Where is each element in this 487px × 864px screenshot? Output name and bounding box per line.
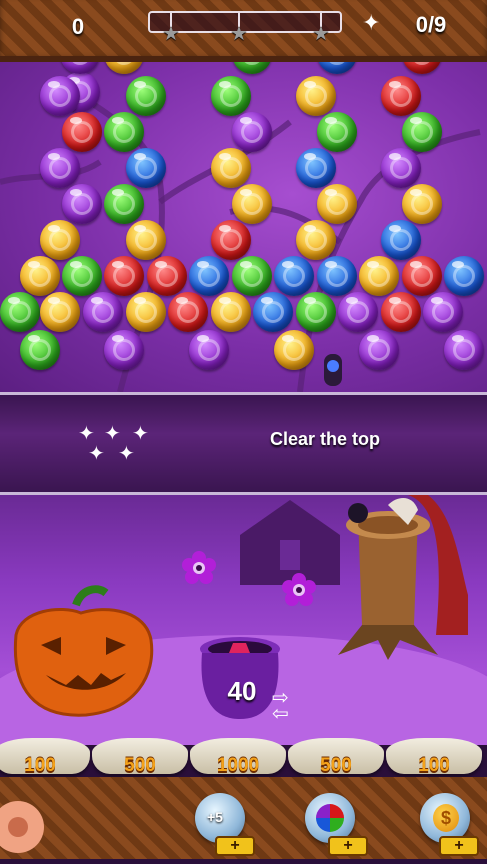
green-bubble — [317, 112, 357, 152]
blue-bubble — [317, 256, 357, 296]
blue-bubble — [444, 256, 484, 296]
pumpkin-icon — [13, 585, 154, 717]
purple-bubble — [423, 292, 463, 332]
red-bubble — [168, 292, 208, 332]
yellow-bubble — [402, 184, 442, 224]
red-bubble — [104, 256, 144, 296]
sparkle-icon: ✦ — [362, 10, 381, 35]
star-icon: ★ — [230, 23, 248, 45]
add-booster-button[interactable]: + — [439, 836, 479, 856]
add-booster-button[interactable]: + — [328, 836, 368, 856]
red-bubble — [381, 292, 421, 332]
bubble-launcher[interactable] — [324, 354, 342, 386]
top-hud: 0 ★ ★ ★ ✦ 0/9 — [0, 0, 487, 62]
yellow-bubble — [296, 76, 336, 116]
green-bubble — [211, 76, 251, 116]
objective-text: Clear the top — [269, 429, 380, 449]
purple-bubble — [40, 148, 80, 188]
purple-bubble — [338, 292, 378, 332]
purple-bubble — [189, 330, 229, 370]
purple-bubble — [359, 330, 399, 370]
pot-counter: 40 — [227, 676, 257, 706]
purple-bubble — [62, 184, 102, 224]
yellow-bubble — [359, 256, 399, 296]
star-icon: ★ — [312, 23, 330, 45]
score-value: 0 — [71, 14, 85, 39]
score-progress-bar: ★ ★ ★ — [148, 11, 342, 44]
purple-bubble — [104, 330, 144, 370]
purple-bubble — [40, 76, 80, 116]
green-bubble — [296, 292, 336, 332]
yellow-bubble — [274, 330, 314, 370]
tree-stump-witch — [338, 495, 468, 660]
green-bubble — [232, 256, 272, 296]
red-bubble — [147, 256, 187, 296]
purple-flower-icon — [282, 573, 316, 607]
blue-bubble — [189, 256, 229, 296]
add-booster-button[interactable]: + — [215, 836, 255, 856]
yellow-bubble — [317, 184, 357, 224]
gear-icon[interactable] — [0, 787, 60, 859]
booster-label: +5 — [207, 809, 223, 825]
pot-value: 100 — [24, 755, 56, 776]
star-icon: ★ — [162, 23, 180, 45]
blue-bubble — [126, 148, 166, 188]
green-bubble — [104, 184, 144, 224]
yellow-bubble — [126, 292, 166, 332]
purple-bubble — [83, 292, 123, 332]
yellow-bubble — [211, 292, 251, 332]
swap-arrows-icon[interactable]: ⇨ ⇦ — [272, 688, 289, 724]
yellow-bubble — [40, 220, 80, 260]
purple-flower-icon — [182, 551, 216, 585]
purple-bubble — [232, 112, 272, 152]
green-bubble — [126, 76, 166, 116]
blue-bubble — [274, 256, 314, 296]
green-bubble — [0, 292, 40, 332]
next-bubble-icon — [327, 360, 339, 372]
coin-icon: $ — [433, 804, 459, 832]
purple-bubble — [444, 330, 484, 370]
pot-value: 100 — [418, 755, 450, 776]
blue-bubble — [381, 220, 421, 260]
red-bubble — [211, 220, 251, 260]
pot-value: 500 — [320, 755, 352, 776]
blue-bubble — [253, 292, 293, 332]
red-bubble — [402, 256, 442, 296]
green-bubble — [20, 330, 60, 370]
purple-bubble — [381, 148, 421, 188]
red-bubble — [381, 76, 421, 116]
yellow-bubble — [40, 292, 80, 332]
sparkle-burst-icon: ✦ ✦ ✦ ✦ ✦ — [78, 423, 149, 465]
haunted-scene: 40 ⇨ ⇦ — [0, 495, 487, 745]
yellow-bubble — [126, 220, 166, 260]
rainbow-ball-icon — [316, 804, 344, 832]
red-bubble — [62, 112, 102, 152]
yellow-bubble — [296, 220, 336, 260]
pot-value: 1000 — [216, 755, 260, 776]
blue-bubble — [296, 148, 336, 188]
objective-banner: ✦ ✦ ✦ ✦ ✦ Clear the top — [0, 392, 487, 495]
yellow-bubble — [232, 184, 272, 224]
green-bubble — [402, 112, 442, 152]
goal-counter: 0/9 — [415, 12, 447, 37]
bubble-board[interactable] — [0, 62, 487, 392]
yellow-bubble — [20, 256, 60, 296]
yellow-bubble — [211, 148, 251, 188]
green-bubble — [104, 112, 144, 152]
green-bubble — [62, 256, 102, 296]
pot-value: 500 — [124, 755, 156, 776]
